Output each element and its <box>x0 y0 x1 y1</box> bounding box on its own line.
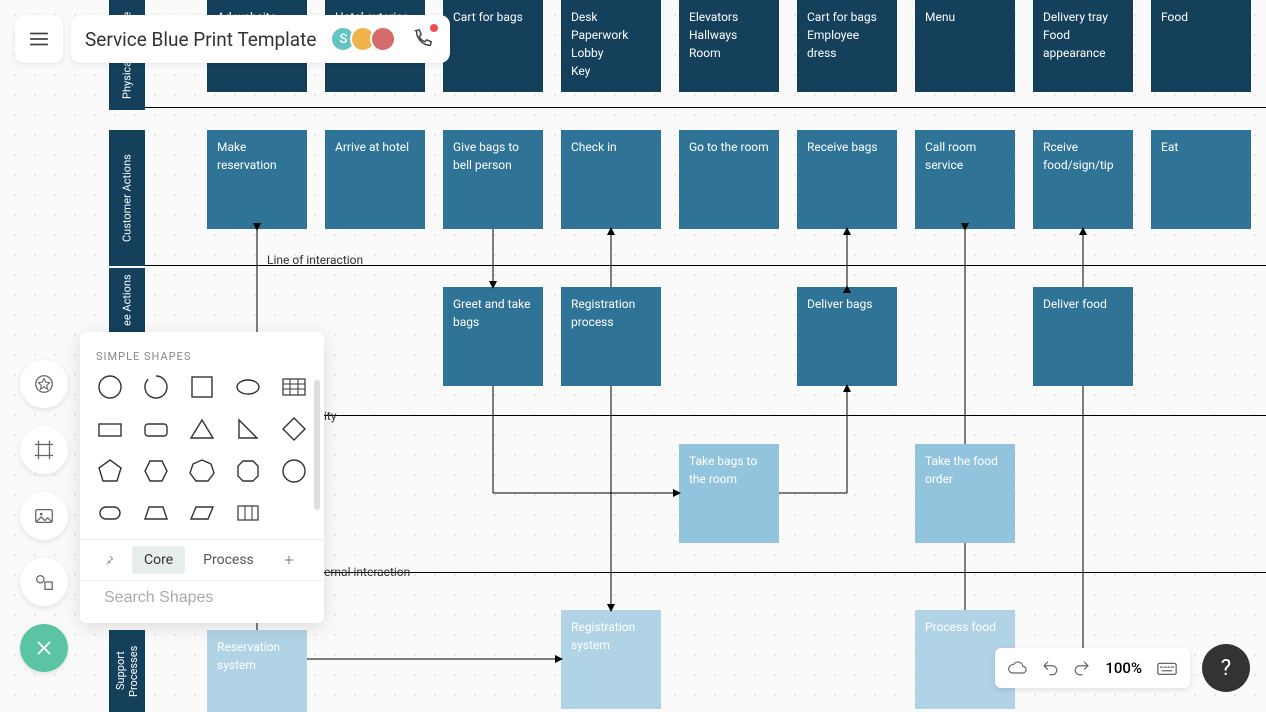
shape-square[interactable] <box>188 373 216 401</box>
r1-c4[interactable]: ElevatorsHallwaysRoom <box>679 0 779 92</box>
shape-rounded-rect[interactable] <box>96 499 124 527</box>
add-tab[interactable] <box>272 546 306 574</box>
r1-c6[interactable]: Menu <box>915 0 1015 92</box>
tab-core[interactable]: Core <box>132 546 185 574</box>
r4-c6[interactable]: Take the food order <box>915 444 1015 543</box>
r2-c3[interactable]: Check in <box>561 130 661 229</box>
r2-c7[interactable]: Rceive food/sign/tip <box>1033 130 1133 229</box>
title-card: Service Blue Print Template S <box>71 15 450 63</box>
cloud-icon[interactable] <box>1007 658 1027 678</box>
lane-employee: ee Actions <box>109 268 145 332</box>
label-visibility: ity <box>324 409 337 423</box>
r1-c5[interactable]: Cart for bagsEmployee dress <box>797 0 897 92</box>
shape-grid[interactable] <box>280 373 308 401</box>
shape-hexagon[interactable] <box>142 457 170 485</box>
lane-support: Support Processes <box>109 630 145 712</box>
pin-icon <box>104 552 114 568</box>
star-icon <box>33 373 55 395</box>
pin-tab[interactable] <box>92 546 126 574</box>
r2-c1[interactable]: Arrive at hotel <box>325 130 425 229</box>
r2-c0[interactable]: Make reservation <box>207 130 307 229</box>
tab-process[interactable]: Process <box>191 546 266 574</box>
label-interaction: Line of interaction <box>267 253 363 267</box>
shape-right-triangle[interactable] <box>234 415 262 443</box>
r5-c1[interactable]: Reservation system <box>207 630 307 712</box>
r1-c7[interactable]: Delivery trayFood appearance <box>1033 0 1133 92</box>
shape-triangle[interactable] <box>188 415 216 443</box>
shape-pentagon[interactable] <box>96 457 124 485</box>
r5-c3[interactable]: Registration system <box>561 610 661 709</box>
shape-rect-wide[interactable] <box>96 415 124 443</box>
lane-customer: Customer Actions <box>109 130 145 266</box>
tool-shapes2[interactable] <box>20 558 68 606</box>
tool-image[interactable] <box>20 492 68 540</box>
hamburger-menu[interactable] <box>15 15 63 63</box>
redo-icon[interactable] <box>1073 659 1091 677</box>
r3-c2[interactable]: Greet and take bags <box>443 287 543 386</box>
shapes-icon <box>33 571 55 593</box>
r3-c5[interactable]: Deliver bags <box>797 287 897 386</box>
r4-c4[interactable]: Take bags to the room <box>679 444 779 543</box>
shape-heptagon[interactable] <box>188 457 216 485</box>
call-button[interactable] <box>410 26 436 52</box>
r2-c5[interactable]: Receive bags <box>797 130 897 229</box>
help-icon: ? <box>1221 656 1231 681</box>
shape-diamond[interactable] <box>280 415 308 443</box>
label-internal: ernal interaction <box>324 565 410 579</box>
zoom-level[interactable]: 100% <box>1105 659 1142 677</box>
hamburger-icon <box>28 28 50 50</box>
frame-icon <box>33 439 55 461</box>
plus-icon <box>284 553 294 567</box>
tool-frame[interactable] <box>20 426 68 474</box>
r2-c2[interactable]: Give bags to bell person <box>443 130 543 229</box>
help-button[interactable]: ? <box>1202 644 1250 692</box>
document-title[interactable]: Service Blue Print Template <box>85 28 316 51</box>
r1-c3[interactable]: DeskPaperworkLobbyKey <box>561 0 661 92</box>
shape-arc[interactable] <box>142 373 170 401</box>
shapes-panel: SIMPLE SHAPES Core Process <box>80 332 324 623</box>
shape-circle[interactable] <box>96 373 124 401</box>
search-input[interactable] <box>104 589 311 607</box>
divider-1 <box>145 107 1266 108</box>
undo-icon[interactable] <box>1041 659 1059 677</box>
close-panel-button[interactable] <box>20 624 68 672</box>
avatar-3[interactable] <box>370 26 396 52</box>
notification-dot <box>430 24 438 32</box>
shape-rect-round[interactable] <box>142 415 170 443</box>
shape-nonagon[interactable] <box>280 457 308 485</box>
image-icon <box>33 505 55 527</box>
scrollbar[interactable] <box>314 380 320 510</box>
avatars: S <box>330 26 396 52</box>
r3-c7[interactable]: Deliver food <box>1033 287 1133 386</box>
r2-c8[interactable]: Eat <box>1151 130 1251 229</box>
r2-c4[interactable]: Go to the room <box>679 130 779 229</box>
r1-c8[interactable]: Food <box>1151 0 1251 92</box>
r2-c6[interactable]: Call room service <box>915 130 1015 229</box>
keyboard-icon[interactable] <box>1156 657 1178 679</box>
r1-c2[interactable]: Cart for bags <box>443 0 543 92</box>
shape-ellipse[interactable] <box>234 373 262 401</box>
shape-parallelogram[interactable] <box>188 499 216 527</box>
shapes-title: SIMPLE SHAPES <box>80 332 324 373</box>
r3-c3[interactable]: Registration process <box>561 287 661 386</box>
shape-trapezoid[interactable] <box>142 499 170 527</box>
close-icon <box>33 637 55 659</box>
shape-table[interactable] <box>234 499 262 527</box>
tool-shapes[interactable] <box>20 360 68 408</box>
shape-octagon[interactable] <box>234 457 262 485</box>
